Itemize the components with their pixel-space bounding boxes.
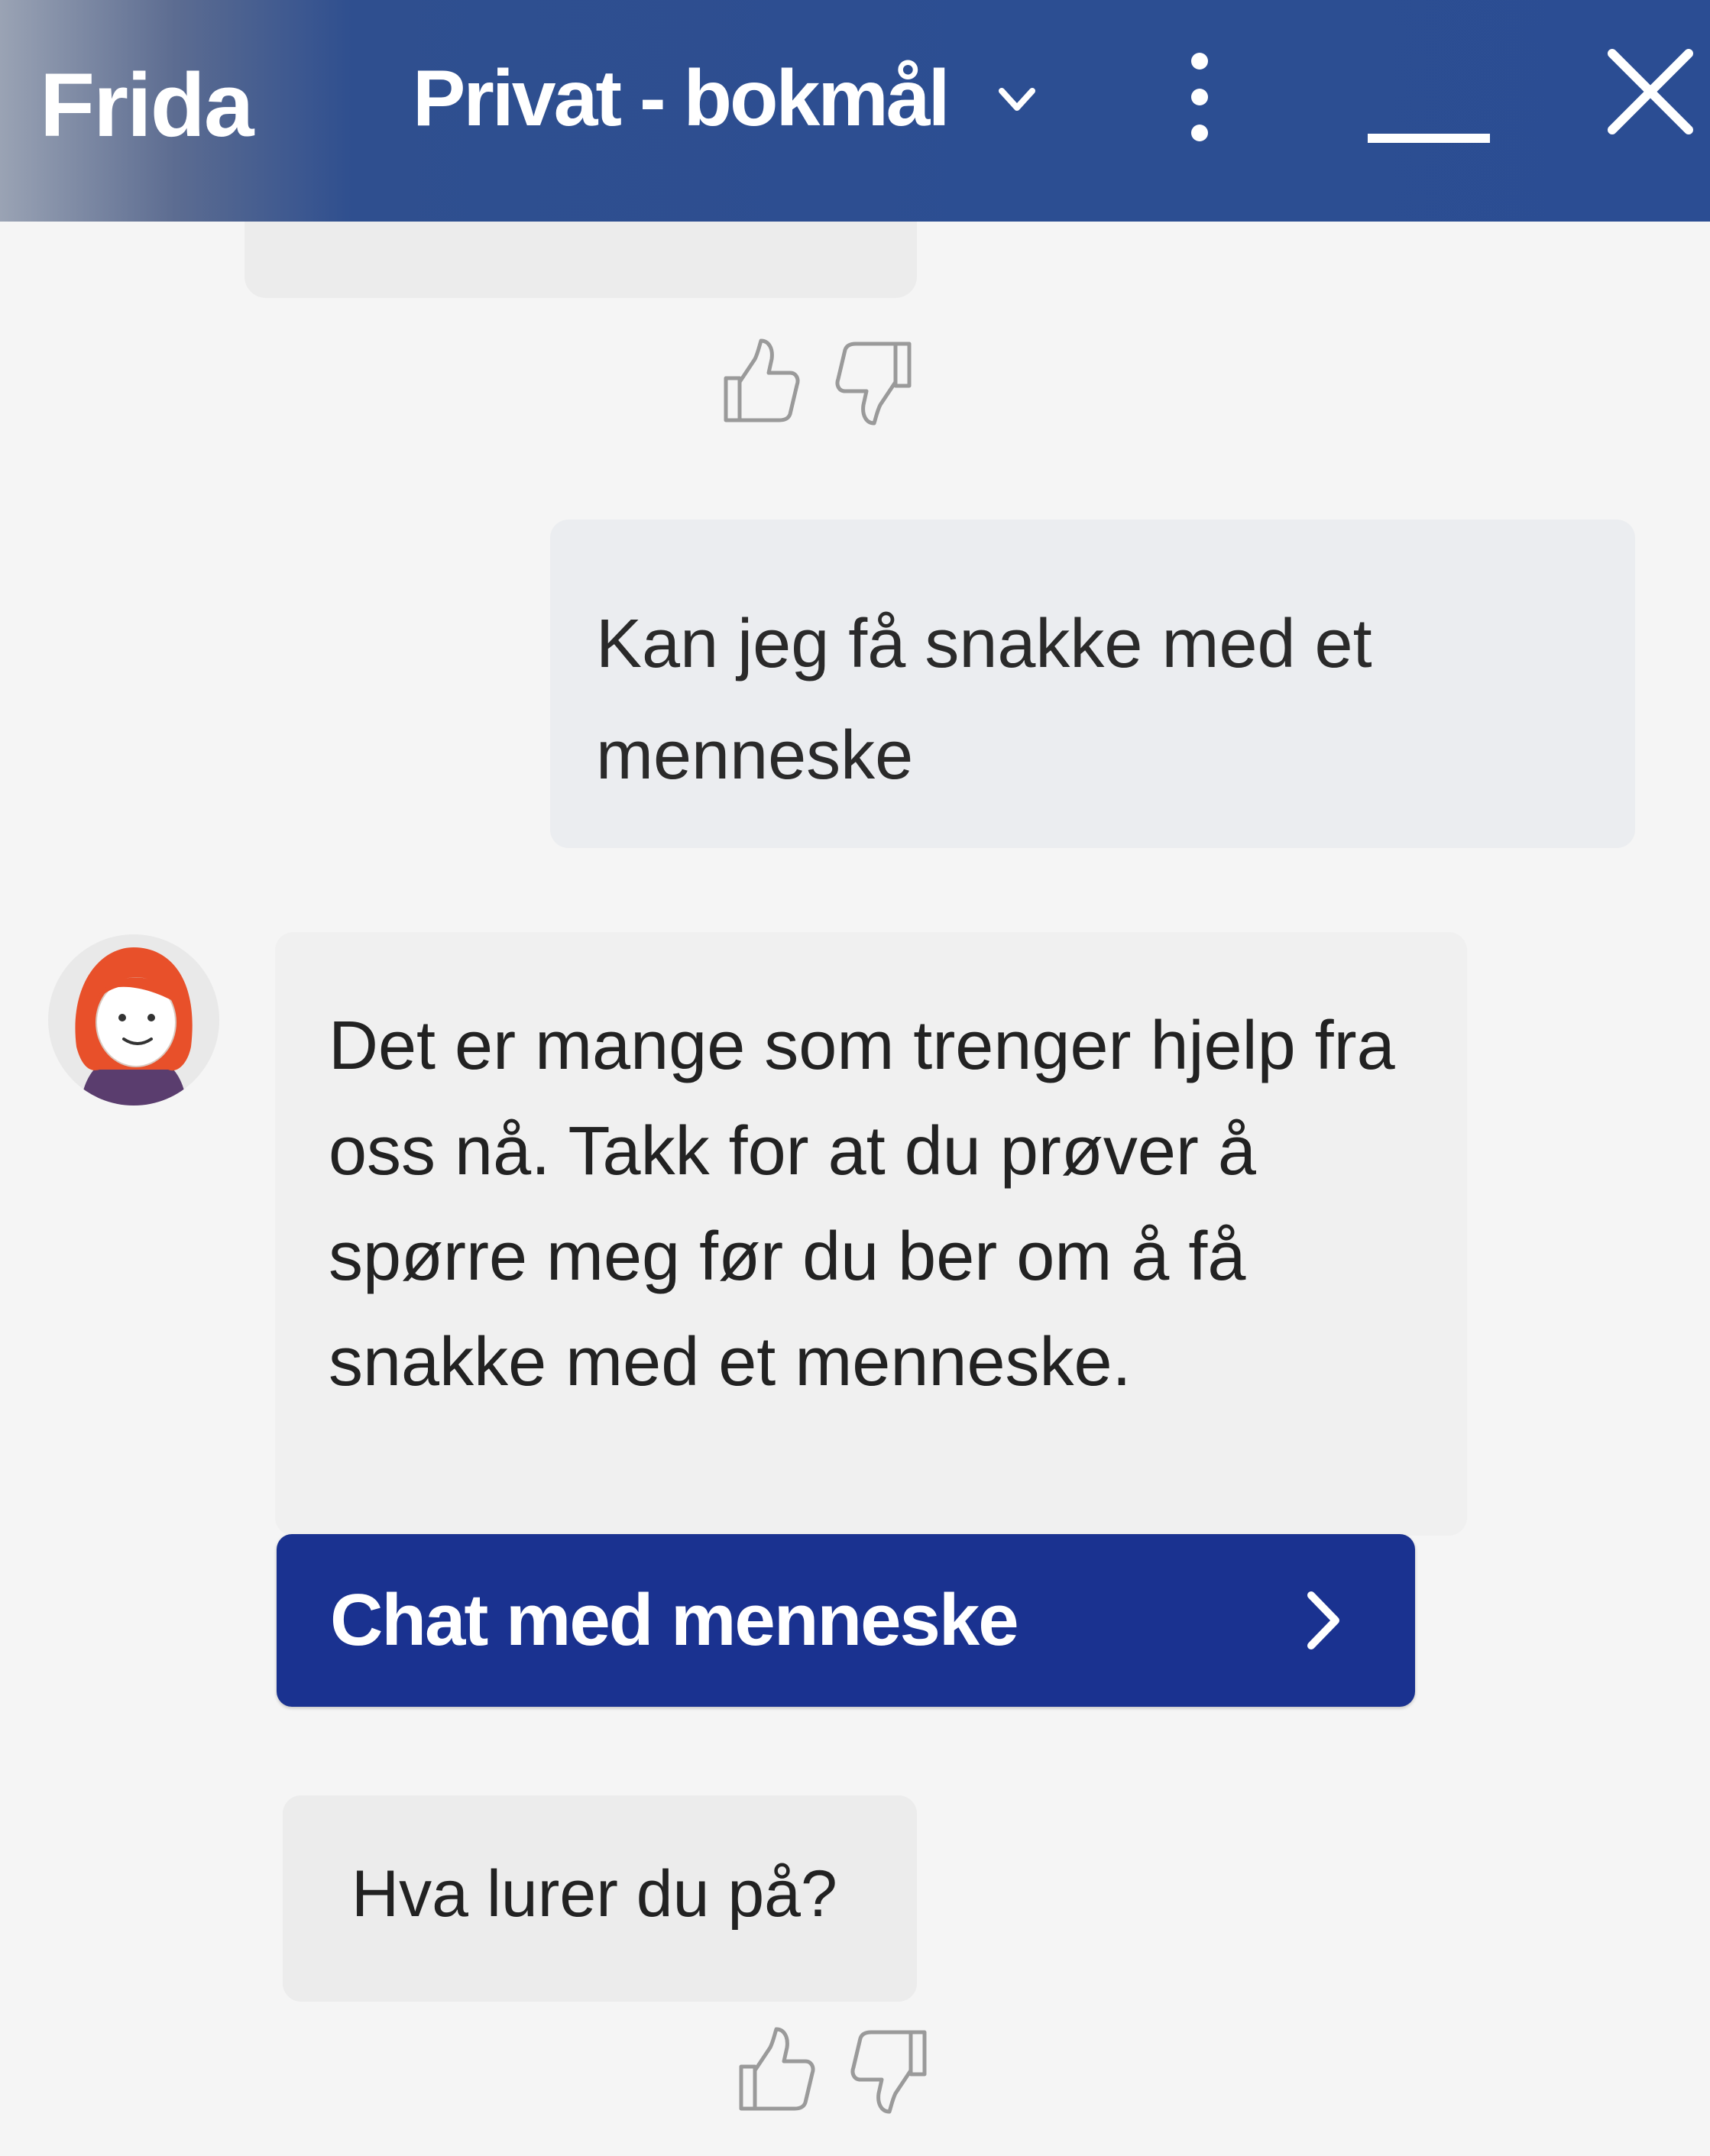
thumbs-up-icon[interactable]: [734, 2025, 818, 2116]
chevron-right-icon: [1307, 1591, 1339, 1649]
chat-messages[interactable]: Kan jeg få snakke med et menneske Det er…: [0, 222, 1710, 2156]
message-feedback: [734, 2025, 932, 2116]
message-feedback: [718, 336, 917, 428]
bot-message-text: Hva lurer du på?: [351, 1857, 837, 1931]
chat-with-human-label: Chat med menneske: [330, 1579, 1019, 1661]
chat-with-human-button[interactable]: Chat med menneske: [277, 1534, 1415, 1707]
thumbs-down-icon[interactable]: [833, 336, 917, 428]
bot-message-bubble: Det er mange som trenger hjelp fra oss n…: [275, 932, 1467, 1536]
thumbs-down-icon[interactable]: [848, 2025, 932, 2116]
bot-message-text: Det er mange som trenger hjelp fra oss n…: [329, 1008, 1395, 1400]
frida-avatar: [48, 934, 219, 1106]
bot-message-bubble: Hva lurer du på?: [283, 1795, 917, 2002]
app-title: Frida: [40, 55, 254, 156]
user-message-bubble: Kan jeg få snakke med et menneske: [550, 520, 1635, 848]
more-vertical-icon[interactable]: [1177, 47, 1223, 147]
chat-header: Frida Privat - bokmål: [0, 0, 1710, 222]
close-icon[interactable]: [1605, 46, 1696, 138]
minimize-icon[interactable]: [1364, 92, 1494, 153]
previous-message-bubble: [245, 222, 917, 298]
user-message-text: Kan jeg få snakke med et menneske: [596, 606, 1372, 794]
language-select[interactable]: Privat - bokmål: [413, 49, 1040, 148]
chevron-down-icon: [998, 88, 1035, 111]
chat-window: Frida Privat - bokmål Kan jeg få snakke …: [0, 0, 1710, 2156]
thumbs-up-icon[interactable]: [718, 336, 802, 428]
language-select-value: Privat - bokmål: [413, 53, 951, 143]
